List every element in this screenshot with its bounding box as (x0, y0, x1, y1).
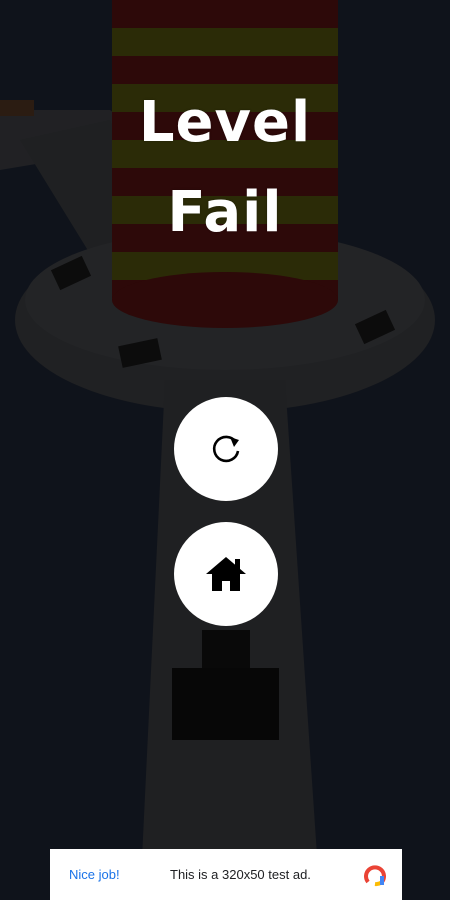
home-button[interactable] (174, 522, 278, 626)
ad-text: This is a 320x50 test ad. (170, 867, 311, 882)
ad-banner[interactable]: Nice job! This is a 320x50 test ad. (50, 849, 402, 900)
restart-icon (212, 435, 240, 463)
level-fail-subtitle: Fail (167, 180, 283, 245)
home-icon (206, 557, 246, 591)
restart-button[interactable] (174, 397, 278, 501)
adchoices-icon[interactable] (362, 862, 388, 888)
ad-cta[interactable]: Nice job! (69, 867, 169, 882)
level-fail-title: Level (138, 90, 312, 155)
